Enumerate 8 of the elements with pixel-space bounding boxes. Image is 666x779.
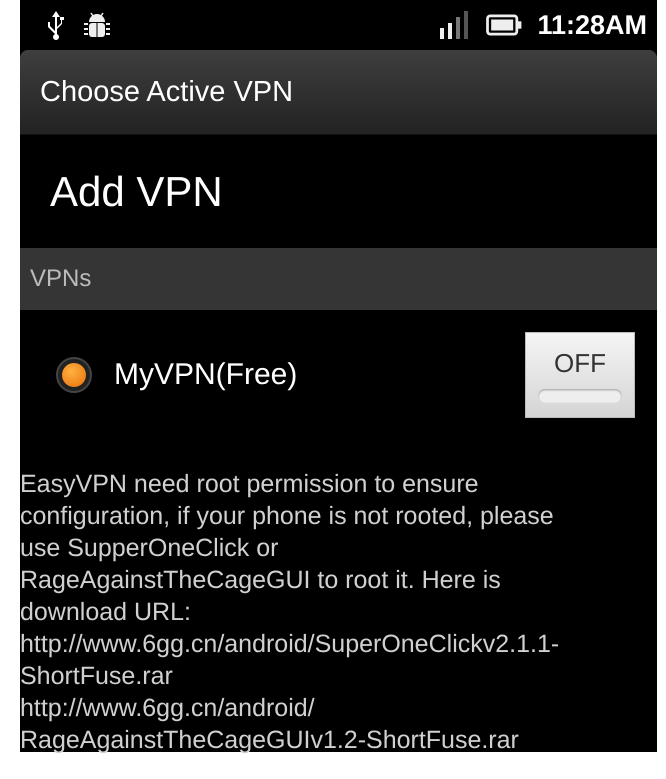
clock-time: 11:28AM <box>537 10 647 40</box>
section-title: VPNs <box>30 265 92 293</box>
battery-icon <box>485 14 524 36</box>
vpn-name[interactable]: MyVPN(Free) <box>114 358 525 392</box>
radio-button[interactable] <box>56 357 92 393</box>
info-message: EasyVPN need root permission to ensure configuration, if your phone is not rooted, please use SupperOneClick or RageAgainstTheCageGUI to root it. Here is download URL: http://www.6gg.cn/android/SuperOneClickv2.1.1- ShortFuse.rar http://www.6gg.cn/android/ RageAgainstTheCageGUIv1.2-ShortFuse.rar <box>20 469 560 756</box>
screen-title: Choose Active VPN <box>40 76 294 108</box>
toggle-button[interactable]: OFF <box>525 332 635 418</box>
